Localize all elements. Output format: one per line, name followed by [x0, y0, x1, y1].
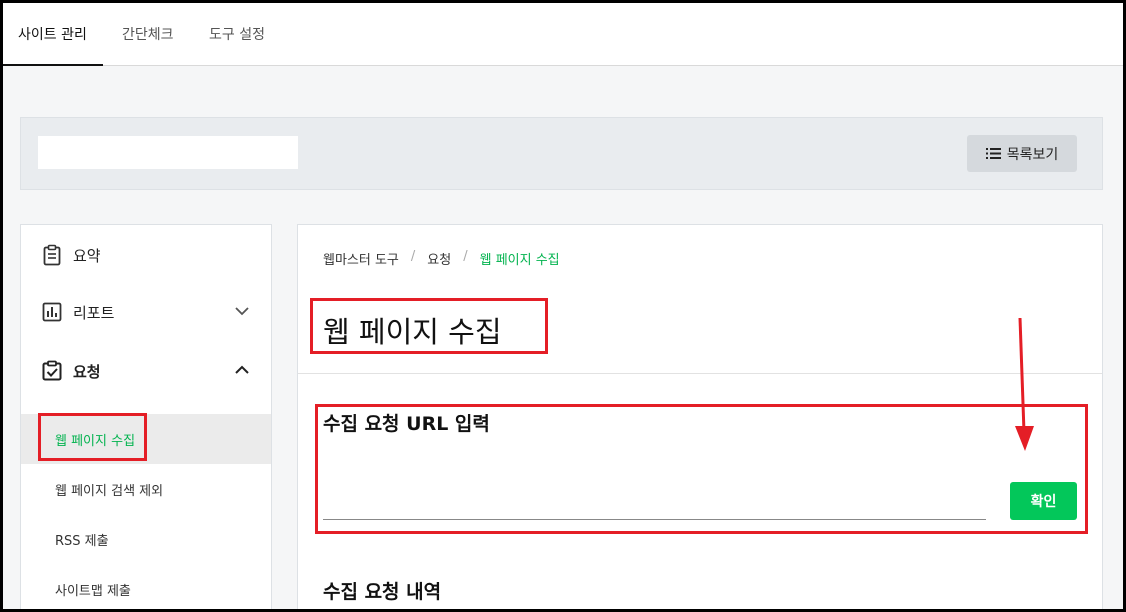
annotation-box-title [310, 298, 548, 354]
view-list-label: 목록보기 [1006, 146, 1059, 163]
divider [298, 373, 1102, 374]
sidebar-subitem-rss-submit[interactable]: RSS 제출 [21, 514, 271, 564]
breadcrumb-item[interactable]: 웹마스터 도구 [323, 249, 399, 268]
chevron-down-icon [235, 304, 249, 318]
breadcrumb-current: 웹 페이지 수집 [479, 253, 560, 268]
site-selector-bar: 목록보기 [20, 117, 1103, 190]
chart-icon [41, 301, 63, 323]
chevron-up-icon [235, 363, 249, 377]
breadcrumb-item[interactable]: 요청 [427, 249, 451, 268]
tab-simple-check[interactable]: 간단체크 [106, 0, 190, 66]
top-navigation: 사이트 관리 간단체크 도구 설정 [0, 0, 1126, 66]
sidebar-item-label: 요약 [73, 246, 101, 265]
sidebar-item-report[interactable]: 리포트 [21, 287, 271, 337]
breadcrumb-separator: / [463, 249, 468, 264]
breadcrumb: 웹마스터 도구 / 요청 / 웹 페이지 수집 [323, 249, 560, 268]
annotation-box-url-form [315, 404, 1088, 534]
tab-tool-settings[interactable]: 도구 설정 [193, 0, 281, 66]
site-url-field[interactable] [38, 136, 298, 169]
clipboard-check-icon [41, 360, 63, 382]
sidebar-item-request[interactable]: 요청 [21, 346, 271, 396]
annotation-box-menu [38, 413, 147, 461]
sidebar-item-label: 요청 [73, 362, 101, 381]
sidebar-item-label: 리포트 [73, 303, 115, 322]
breadcrumb-separator: / [410, 249, 416, 264]
annotation-arrow-icon [1015, 317, 1034, 451]
view-list-button[interactable]: 목록보기 [967, 135, 1077, 172]
sidebar-subitem-sitemap-submit[interactable]: 사이트맵 제출 [21, 564, 271, 612]
history-section-title: 수집 요청 내역 [323, 581, 442, 603]
clipboard-icon [41, 244, 63, 266]
sidebar-item-summary[interactable]: 요약 [21, 230, 271, 280]
list-icon [985, 147, 1001, 160]
sidebar-subitem-web-page-exclude[interactable]: 웹 페이지 검색 제외 [21, 464, 271, 514]
tab-site-management[interactable]: 사이트 관리 [2, 0, 103, 66]
